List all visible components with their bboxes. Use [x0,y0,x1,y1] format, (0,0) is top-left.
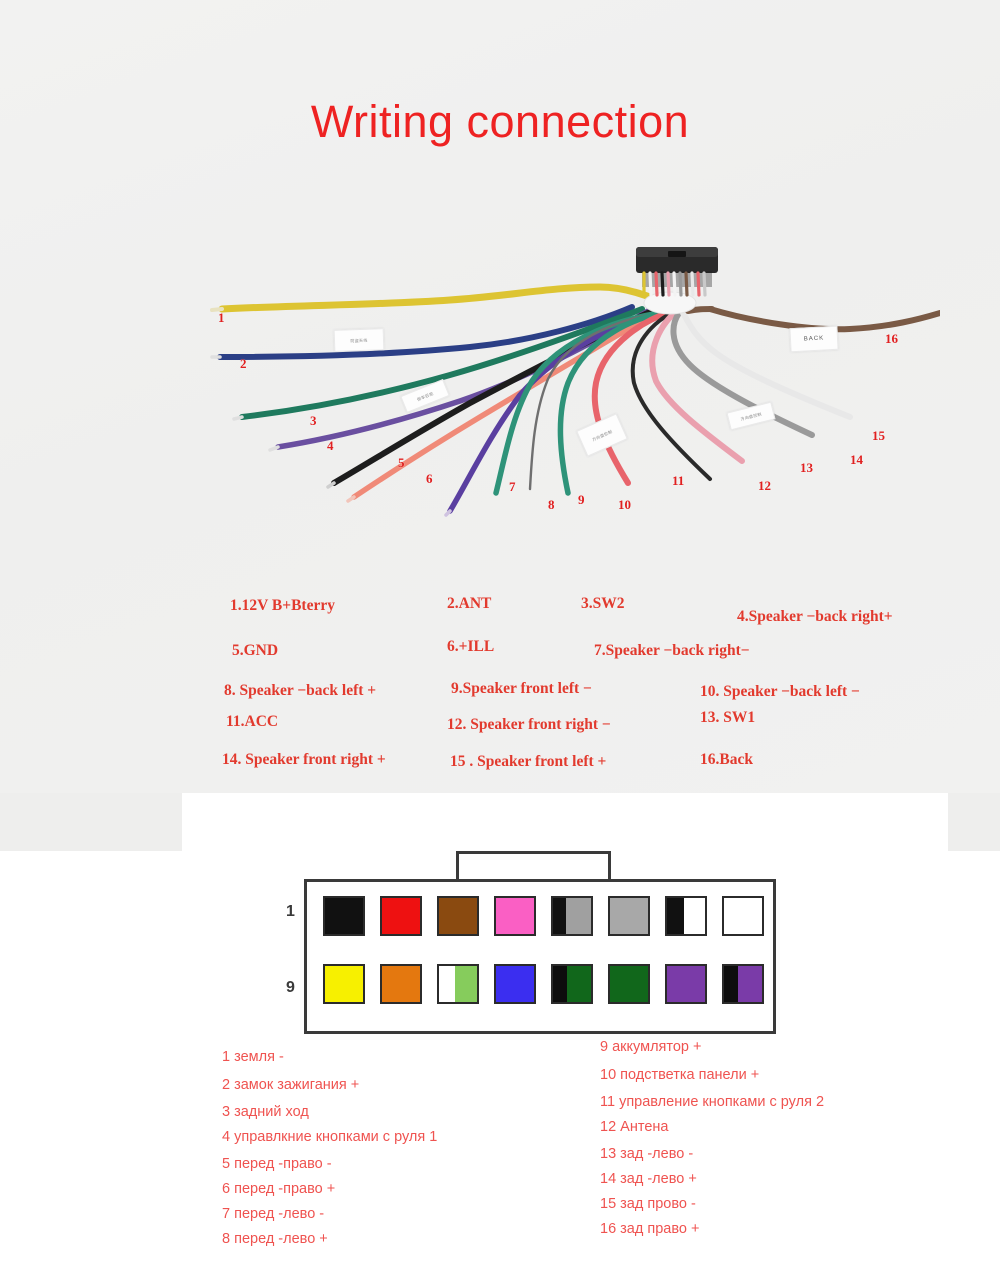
legend-item-1: 1.12V B+Bterry [230,597,335,614]
russian-legend-item: 6 перед -право + [222,1181,336,1197]
legend-item-2: 2.ANT [447,595,492,612]
pin-black-purple-segment [724,966,739,1002]
pinout-row9-label: 9 [286,979,295,996]
pin-white [722,896,764,936]
russian-legend-item: 2 замок зажигания + [222,1077,360,1093]
pin-red-segment [382,898,420,934]
russian-legend-item: 7 перед -лево - [222,1206,325,1222]
wire-number-3: 3 [310,413,317,428]
pin-pink [494,896,536,936]
pin-blue [494,964,536,1004]
russian-legend-item: 15 зад прово - [600,1196,696,1212]
pin-white-lightgreen-segment [454,966,477,1002]
russian-legend-item: 12 Антена [600,1119,669,1135]
wire-number-14: 14 [850,452,863,467]
pin-purple-segment [667,966,705,1002]
pin-brown-segment [439,898,477,934]
connector-keyway-notch [456,851,611,882]
wire-number-16: 16 [885,331,898,346]
russian-legend-item: 4 управлкние кнопками с руля 1 [222,1129,438,1145]
legend-item-14: 14. Speaker front right + [222,751,386,768]
pin-orange [380,964,422,1004]
legend-item-16: 16.Back [700,751,753,768]
pinout-row-1 [323,896,764,936]
pin-black-green [551,964,593,1004]
legend-item-10: 10. Speaker −back left − [700,683,860,700]
pin-black-white-segment [667,898,685,934]
wire-number-15: 15 [872,428,885,443]
wire-number-1: 1 [218,310,225,325]
russian-legend-item: 11 управление кнопками с руля 2 [600,1094,825,1110]
pin-black-segment [325,898,363,934]
pin-black-white [665,896,707,936]
wire-number-11: 11 [672,473,685,488]
wire-number-8: 8 [548,497,555,512]
pin-black-purple-segment [738,966,762,1002]
cable-tag-antenna: 防盗天线 [333,328,385,352]
pin-yellow-segment [325,966,363,1002]
legend-item-13: 13. SW1 [700,709,756,726]
pin-legend-english: 1.12V B+Bterry 2.ANT 3.SW2 4.Speaker −ba… [0,585,1000,785]
wire-number-10: 10 [618,497,631,512]
pin-white-segment [724,898,762,934]
pin-black-purple [722,964,764,1004]
legend-item-9: 9.Speaker front left − [451,680,592,697]
russian-legend-item: 3 задний ход [222,1104,309,1120]
wire-number-6: 6 [426,471,433,486]
harness-illustration [210,247,940,517]
wire-number-9: 9 [578,492,585,507]
russian-legend-item: 1 земля - [222,1049,284,1065]
pin-orange-segment [382,966,420,1002]
legend-item-12: 12. Speaker front right − [447,716,611,733]
pinout-row1-label: 1 [286,903,295,920]
legend-item-7: 7.Speaker −back right− [594,642,750,659]
pin-black-gray-segment [566,898,591,934]
pinout-row-9 [323,964,764,1004]
wire-number-4: 4 [327,438,334,453]
panel-ledge-left [0,793,182,851]
russian-legend-item: 8 перед -лево + [222,1231,328,1247]
russian-legend-item: 5 перед -право - [222,1156,332,1172]
pin-purple [665,964,707,1004]
pin-gray-segment [610,898,648,934]
panel-ledge-right [948,793,1000,851]
pin-white-lightgreen-segment [439,966,455,1002]
legend-item-5: 5.GND [232,642,279,659]
pin-black-green-segment [553,966,567,1002]
pin-white-lightgreen [437,964,479,1004]
pin-brown [437,896,479,936]
russian-legend-item: 14 зад -лево + [600,1171,697,1187]
cable-tag-back: BACK [789,325,839,353]
pin-black-gray [551,896,593,936]
wire-harness-photo: 防盗天线 倒车后视 方向盘控制 方向盘控制 BACK [150,225,940,535]
wire-number-12: 12 [758,478,771,493]
legend-item-8: 8. Speaker −back left + [224,682,377,699]
page-title: Writing connection [310,96,690,147]
wire-number-7: 7 [509,479,516,494]
pin-pink-segment [496,898,534,934]
russian-legend-item: 9 аккумлятор + [600,1039,702,1055]
pin-black-gray-segment [553,898,567,934]
pin-black [323,896,365,936]
russian-legend-item: 10 подстветка панели + [600,1067,760,1083]
pin-black-white-segment [684,898,705,934]
pin-yellow [323,964,365,1004]
pin-green [608,964,650,1004]
legend-item-3: 3.SW2 [581,595,625,612]
russian-legend-item: 16 зад право + [600,1221,700,1237]
wire-number-5: 5 [398,455,405,470]
legend-item-11: 11.ACC [226,713,279,730]
wire-number-13: 13 [800,460,813,475]
russian-legend-item: 13 зад -лево - [600,1146,694,1162]
pin-green-segment [610,966,648,1002]
pin-black-green-segment [566,966,591,1002]
pin-gray [608,896,650,936]
pin-blue-segment [496,966,534,1002]
legend-item-6: 6.+ILL [447,638,495,655]
legend-item-15: 15 . Speaker front left + [450,753,607,770]
wire-number-2: 2 [240,356,247,371]
legend-item-4: 4.Speaker −back right+ [737,608,893,625]
pin-red [380,896,422,936]
connector-pinout-diagram [304,879,776,1034]
